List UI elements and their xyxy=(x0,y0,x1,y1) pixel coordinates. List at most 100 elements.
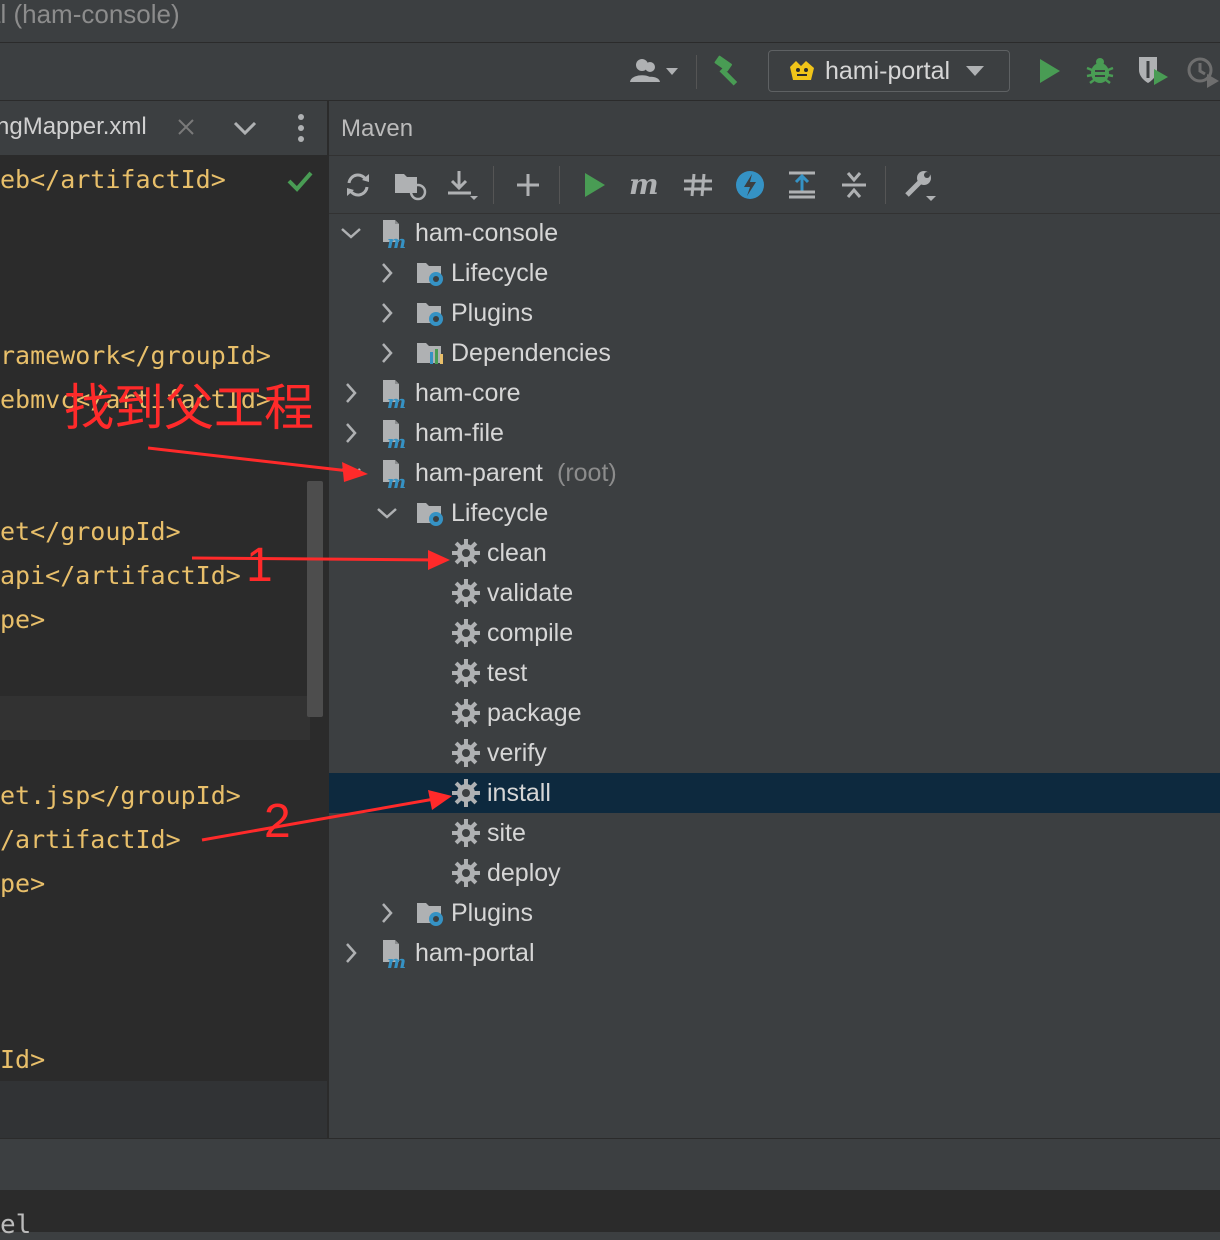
window-title: al (ham-console) xyxy=(0,0,180,29)
run-maven-build-icon[interactable] xyxy=(575,166,613,204)
gear-icon xyxy=(451,858,481,888)
code-line: Id> xyxy=(0,1045,46,1074)
tree-item-label: ham-console xyxy=(415,219,559,247)
add-maven-project-icon[interactable] xyxy=(509,166,547,204)
gear-icon xyxy=(451,698,481,728)
tool-window-bar xyxy=(0,1138,1220,1191)
reload-icon[interactable] xyxy=(339,166,377,204)
editor-breadcrumb-bar xyxy=(0,1081,327,1138)
tree-item-label: site xyxy=(487,819,526,847)
toggle-offline-mode-icon[interactable] xyxy=(679,166,717,204)
tree-item-test[interactable]: test xyxy=(329,653,1220,693)
close-tab-icon[interactable] xyxy=(176,117,196,142)
tree-item-install[interactable]: install xyxy=(329,773,1220,813)
main-toolbar: hami-portal xyxy=(0,43,1220,101)
gear-icon xyxy=(451,538,481,568)
chevron-right-icon[interactable] xyxy=(339,941,363,965)
code-line: et.jsp</groupId> xyxy=(0,781,241,810)
tree-item-ham-console[interactable]: m ham-console xyxy=(329,213,1220,253)
chevron-right-icon[interactable] xyxy=(375,341,399,365)
chevron-down-icon[interactable] xyxy=(339,461,363,485)
tree-item-deploy[interactable]: deploy xyxy=(329,853,1220,893)
plugins-folder-icon xyxy=(415,298,445,328)
tree-item-lifecycle[interactable]: Lifecycle xyxy=(329,493,1220,533)
maven-settings-wrench-icon[interactable] xyxy=(901,166,939,204)
run-with-coverage-icon[interactable] xyxy=(1134,53,1172,89)
maven-module-icon: m xyxy=(379,378,409,413)
download-sources-icon[interactable] xyxy=(443,166,481,204)
gear-icon xyxy=(451,658,481,688)
tree-item-ham-parent[interactable]: m ham-parent (root) xyxy=(329,453,1220,493)
tree-item-label: package xyxy=(487,699,582,727)
maven-module-icon: m xyxy=(379,418,409,453)
user-account-icon[interactable] xyxy=(626,53,682,89)
annotation-step-2: 2 xyxy=(264,795,291,848)
svg-text:m: m xyxy=(387,232,406,248)
debug-bug-icon[interactable] xyxy=(1082,53,1118,89)
tree-item-ham-portal[interactable]: m ham-portal xyxy=(329,933,1220,973)
tree-item-label: ham-portal xyxy=(415,939,535,967)
tree-item-label: clean xyxy=(487,539,547,567)
tree-item-ham-core[interactable]: m ham-core xyxy=(329,373,1220,413)
tree-item-plugins[interactable]: Plugins xyxy=(329,293,1220,333)
tree-item-validate[interactable]: validate xyxy=(329,573,1220,613)
code-line: pe> xyxy=(0,605,46,634)
more-options-icon[interactable] xyxy=(296,113,306,148)
tree-item-dependencies[interactable]: Dependencies xyxy=(329,333,1220,373)
tree-item-clean[interactable]: clean xyxy=(329,533,1220,573)
chevron-right-icon[interactable] xyxy=(375,901,399,925)
chevron-right-icon[interactable] xyxy=(339,381,363,405)
chevron-down-icon[interactable] xyxy=(339,221,363,245)
profiler-icon[interactable] xyxy=(1184,53,1220,89)
skip-tests-icon[interactable] xyxy=(731,166,769,204)
svg-text:m: m xyxy=(387,472,406,488)
tomcat-icon xyxy=(787,58,817,84)
generate-sources-icon[interactable] xyxy=(391,166,429,204)
lifecycle-folder-icon xyxy=(415,498,445,528)
tree-item-verify[interactable]: verify xyxy=(329,733,1220,773)
editor-scrollbar[interactable] xyxy=(307,481,323,717)
execute-maven-goal-icon[interactable]: m xyxy=(627,166,665,204)
tree-item-label: Plugins xyxy=(451,299,533,327)
gear-icon xyxy=(451,738,481,768)
gear-icon xyxy=(451,818,481,848)
tree-item-ham-file[interactable]: m ham-file xyxy=(329,413,1220,453)
annotation-step-1: 1 xyxy=(246,539,273,592)
title-bar: al (ham-console) xyxy=(0,0,1220,43)
run-icon[interactable] xyxy=(1032,53,1068,89)
tree-item-label: Lifecycle xyxy=(451,499,549,527)
tree-item-site[interactable]: site xyxy=(329,813,1220,853)
chevron-right-icon[interactable] xyxy=(375,301,399,325)
svg-text:m: m xyxy=(387,952,406,968)
code-area[interactable]: eb</artifactId> ramework</groupId> ebmvc… xyxy=(0,156,327,1138)
tree-item-compile[interactable]: compile xyxy=(329,613,1220,653)
editor-tab-filename: ngMapper.xml xyxy=(0,113,147,140)
tree-item-label: ham-parent xyxy=(415,459,543,487)
maven-module-icon: m xyxy=(379,458,409,493)
tree-item-label: Plugins xyxy=(451,899,533,927)
console-text: el xyxy=(0,1210,32,1240)
chevron-down-icon[interactable] xyxy=(232,119,258,142)
tree-item-label: Dependencies xyxy=(451,339,611,367)
code-line: pe> xyxy=(0,869,46,898)
build-hammer-icon[interactable] xyxy=(710,53,748,89)
maven-module-icon: m xyxy=(379,218,409,253)
tree-item-plugins[interactable]: Plugins xyxy=(329,893,1220,933)
tree-item-package[interactable]: package xyxy=(329,693,1220,733)
tree-item-label: validate xyxy=(487,579,574,607)
console-area: el xyxy=(0,1190,1220,1240)
plugins-folder-icon xyxy=(415,898,445,928)
code-line: et</groupId> xyxy=(0,517,181,546)
maven-toolbar: m xyxy=(329,156,1220,214)
lifecycle-folder-icon xyxy=(415,258,445,288)
chevron-right-icon[interactable] xyxy=(375,261,399,285)
tree-item-lifecycle[interactable]: Lifecycle xyxy=(329,253,1220,293)
collapse-all-icon[interactable] xyxy=(835,166,873,204)
chevron-down-icon[interactable] xyxy=(375,501,399,525)
chevron-right-icon[interactable] xyxy=(339,421,363,445)
show-dependencies-icon[interactable] xyxy=(783,166,821,204)
tree-item-label: compile xyxy=(487,619,574,647)
editor-tab[interactable]: ngMapper.xml xyxy=(0,101,327,156)
run-configuration-select[interactable]: hami-portal xyxy=(768,50,1010,92)
tree-item-label: deploy xyxy=(487,859,561,887)
